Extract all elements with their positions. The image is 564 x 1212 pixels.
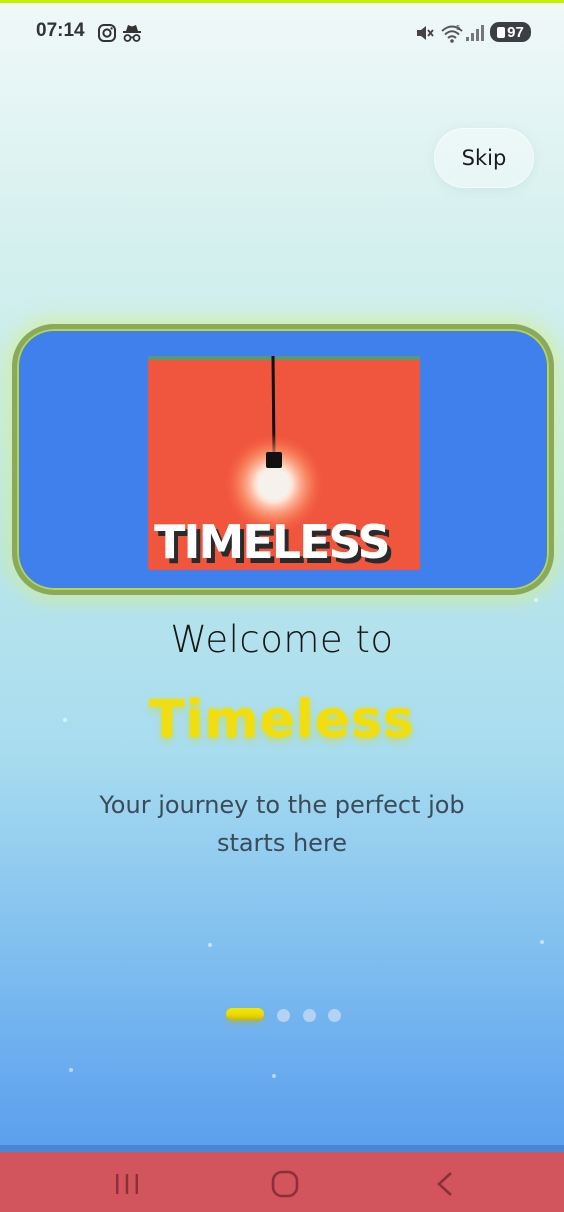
battery-indicator: 97 bbox=[490, 22, 531, 42]
battery-icon bbox=[497, 26, 506, 38]
sparkle-decoration bbox=[69, 1068, 73, 1072]
sparkle-decoration bbox=[534, 598, 538, 602]
page-dot[interactable] bbox=[277, 1009, 290, 1022]
hero-image: TIMELESS TIMELESS bbox=[148, 356, 420, 570]
back-icon[interactable] bbox=[425, 1166, 465, 1202]
signal-icon bbox=[465, 24, 485, 46]
sparkle-decoration bbox=[540, 940, 544, 944]
recent-apps-icon[interactable] bbox=[107, 1166, 147, 1202]
bottom-divider bbox=[0, 1145, 564, 1152]
light-bulb-icon bbox=[266, 452, 282, 468]
instagram-icon bbox=[97, 23, 117, 47]
page-indicator bbox=[226, 1008, 346, 1022]
wifi-icon: 5 bbox=[440, 22, 464, 48]
tagline-text: Your journey to the perfect job starts h… bbox=[99, 791, 465, 857]
status-time: 07:14 bbox=[36, 20, 85, 41]
sparkle-decoration bbox=[63, 718, 67, 722]
sparkle-decoration bbox=[272, 1074, 276, 1078]
status-bar: 07:14 5 97 bbox=[0, 3, 564, 59]
mute-icon bbox=[415, 23, 435, 47]
hero-image-title: TIMELESS bbox=[154, 515, 389, 569]
skip-button[interactable]: Skip bbox=[434, 128, 534, 188]
home-icon[interactable] bbox=[265, 1166, 305, 1202]
page-dot[interactable] bbox=[328, 1009, 341, 1022]
battery-level: 97 bbox=[507, 23, 524, 41]
welcome-heading: Welcome to bbox=[170, 618, 394, 661]
app-name-title: Timeless bbox=[149, 690, 415, 750]
page-dot-active[interactable] bbox=[226, 1008, 264, 1020]
svg-text:5: 5 bbox=[456, 24, 460, 32]
incognito-icon bbox=[121, 23, 143, 47]
sparkle-decoration bbox=[208, 943, 212, 947]
page-dot[interactable] bbox=[303, 1009, 316, 1022]
